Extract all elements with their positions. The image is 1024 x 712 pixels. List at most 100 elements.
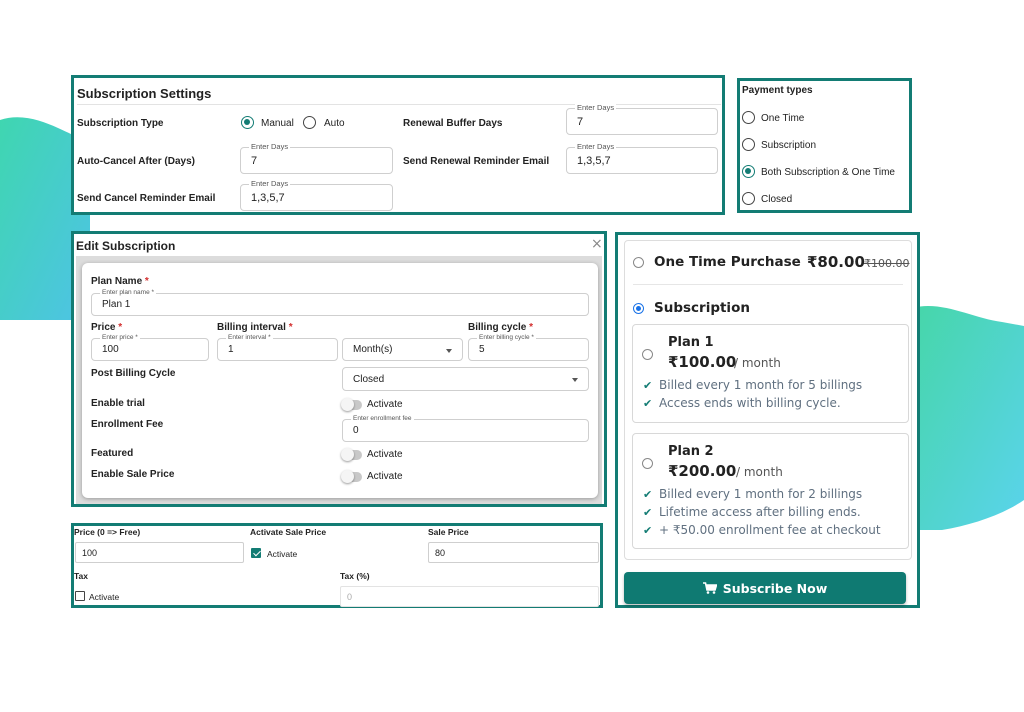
- subscribe-now-label: Subscribe Now: [722, 580, 828, 596]
- close-icon[interactable]: ×: [591, 236, 603, 252]
- tax-percent-placeholder: 0: [347, 592, 353, 602]
- sale-price-input[interactable]: 80: [428, 542, 599, 563]
- plan-1-period: / month: [734, 356, 781, 370]
- renewal-buffer-input[interactable]: Enter Days 7: [566, 103, 718, 135]
- auto-cancel-legend: Enter Days: [249, 142, 291, 152]
- one-time-purchase-radio[interactable]: [633, 257, 644, 268]
- cart-icon: [702, 582, 717, 594]
- one-time-old-price: ₹100.00: [864, 257, 910, 270]
- tax-label: Tax: [74, 571, 89, 581]
- edit-form-card: Plan Name * Enter plan name * Plan 1 Pri…: [82, 263, 598, 498]
- check-icon: ✔: [643, 507, 653, 519]
- post-billing-select[interactable]: Closed: [342, 367, 589, 391]
- both-radio[interactable]: [742, 165, 755, 178]
- billing-cycle-label: Billing cycle *: [468, 322, 533, 333]
- plan-1-radio[interactable]: [642, 349, 653, 360]
- plan-1-card[interactable]: Plan 1 ₹100.00 / month ✔ Billed every 1 …: [632, 324, 909, 423]
- plan-2-period: / month: [736, 465, 783, 479]
- chevron-down-icon: [446, 349, 452, 353]
- price-input[interactable]: Enter price * 100: [91, 333, 209, 361]
- trial-toggle[interactable]: [341, 398, 362, 411]
- plan-1-name: Plan 1: [668, 335, 714, 350]
- price-free-input[interactable]: 100: [75, 542, 244, 563]
- billing-cycle-legend: Enter billing cycle *: [477, 333, 536, 343]
- edit-subscription-title: Edit Subscription: [76, 239, 176, 253]
- billing-cycle-label-text: Billing cycle: [468, 322, 527, 333]
- activate-sale-text: Activate: [267, 549, 298, 559]
- enrollment-fee-input[interactable]: Enter enrollment fee 0: [342, 414, 589, 442]
- interval-value: 1: [228, 344, 234, 355]
- one-time-purchase-label: One Time Purchase: [654, 254, 801, 270]
- plan-name-legend: Enter plan name *: [100, 288, 157, 298]
- featured-activate-label: Activate: [367, 449, 403, 460]
- closed-radio[interactable]: [742, 192, 755, 205]
- tax-checkbox[interactable]: [75, 591, 85, 601]
- required-mark: *: [529, 322, 534, 333]
- enrollment-fee-value: 0: [353, 425, 359, 436]
- subscription-radio-selected[interactable]: [633, 303, 644, 314]
- renewal-reminder-value: 1,3,5,7: [577, 155, 611, 167]
- plan-1-feature-1: Billed every 1 month for 5 billings: [659, 378, 863, 392]
- manual-radio[interactable]: [241, 116, 254, 129]
- renewal-reminder-label: Send Renewal Reminder Email: [403, 156, 550, 167]
- required-mark: *: [288, 322, 293, 333]
- post-billing-label: Post Billing Cycle: [91, 368, 176, 379]
- plan-name-value: Plan 1: [102, 299, 131, 310]
- sale-price-label: Sale Price: [428, 527, 469, 537]
- enrollment-fee-label: Enrollment Fee: [91, 419, 164, 430]
- auto-radio[interactable]: [303, 116, 316, 129]
- renewal-buffer-value: 7: [577, 116, 584, 128]
- tax-percent-label: Tax (%): [340, 571, 370, 581]
- auto-label: Auto: [324, 118, 345, 129]
- enrollment-fee-legend: Enter enrollment fee: [351, 414, 414, 424]
- sale-toggle[interactable]: [341, 470, 362, 483]
- cancel-reminder-input[interactable]: Enter Days 1,3,5,7: [240, 179, 393, 211]
- billing-cycle-input[interactable]: Enter billing cycle * 5: [468, 333, 589, 361]
- price-value: 100: [102, 344, 119, 355]
- plan-name-input[interactable]: Enter plan name * Plan 1: [91, 288, 589, 316]
- enable-trial-label: Enable trial: [91, 398, 145, 409]
- plan-2-radio[interactable]: [642, 458, 653, 469]
- closed-option-label: Closed: [761, 194, 793, 205]
- payment-types-title: Payment types: [742, 85, 813, 96]
- renewal-reminder-input[interactable]: Enter Days 1,3,5,7: [566, 142, 718, 174]
- interval-input[interactable]: Enter interval * 1: [217, 333, 338, 361]
- edit-subscription-panel: Edit Subscription × Plan Name * Enter pl…: [71, 231, 607, 507]
- subscription-radio[interactable]: [742, 138, 755, 151]
- billing-cycle-value: 5: [479, 344, 485, 355]
- auto-cancel-label: Auto-Cancel After (Days): [77, 156, 195, 167]
- check-icon: ✔: [643, 489, 653, 501]
- required-mark: *: [144, 276, 149, 287]
- radio-dot: [635, 305, 641, 311]
- plan-2-card[interactable]: Plan 2 ₹200.00 / month ✔ Billed every 1 …: [632, 433, 909, 549]
- interval-unit-value: Month(s): [353, 344, 393, 355]
- one-time-option-label: One Time: [761, 113, 805, 124]
- price-label-text: Price: [91, 322, 116, 333]
- featured-label: Featured: [91, 448, 134, 459]
- sale-activate-label: Activate: [367, 471, 403, 482]
- title-divider: [77, 104, 721, 105]
- checkout-divider: [633, 284, 903, 285]
- interval-unit-select[interactable]: Month(s): [342, 338, 463, 361]
- cancel-reminder-legend: Enter Days: [249, 179, 291, 189]
- auto-cancel-input[interactable]: Enter Days 7: [240, 142, 393, 174]
- plan-2-feature-1: Billed every 1 month for 2 billings: [659, 487, 863, 501]
- check-icon: ✔: [643, 380, 653, 392]
- cancel-reminder-value: 1,3,5,7: [251, 192, 285, 204]
- checkout-panel: One Time Purchase ₹80.00 ₹100.00 Subscri…: [615, 232, 920, 608]
- activate-sale-price-label: Activate Sale Price: [250, 527, 327, 537]
- page-canvas: Subscription Settings Subscription Type …: [0, 0, 1024, 712]
- price-free-value: 100: [82, 548, 98, 558]
- trial-activate-label: Activate: [367, 399, 403, 410]
- plan-name-label-text: Plan Name: [91, 276, 143, 287]
- activate-sale-checkbox[interactable]: [251, 548, 261, 558]
- check-icon: ✔: [643, 398, 653, 410]
- subscription-option-title: Subscription: [654, 300, 750, 316]
- price-legend: Enter price *: [100, 333, 140, 343]
- one-time-radio[interactable]: [742, 111, 755, 124]
- subscribe-now-button[interactable]: Subscribe Now: [624, 572, 906, 604]
- sale-price-panel: Price (0 => Free) 100 Activate Sale Pric…: [71, 523, 603, 608]
- featured-toggle[interactable]: [341, 448, 362, 461]
- billing-interval-label: Billing interval *: [217, 322, 293, 333]
- tax-percent-input[interactable]: 0: [340, 586, 599, 607]
